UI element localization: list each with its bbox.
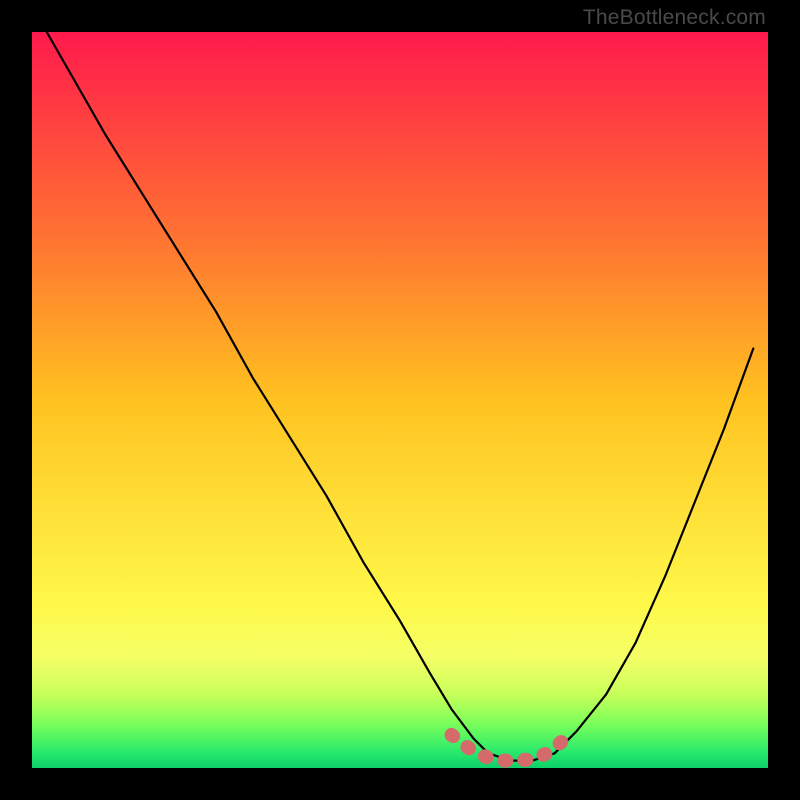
curve-layer [32, 32, 768, 768]
bottleneck-chart [32, 32, 768, 768]
attribution-label: TheBottleneck.com [583, 6, 766, 30]
chart-frame: TheBottleneck.com [0, 0, 800, 800]
optimal-range-highlight [452, 735, 562, 761]
bottleneck-curve-line [47, 32, 754, 761]
